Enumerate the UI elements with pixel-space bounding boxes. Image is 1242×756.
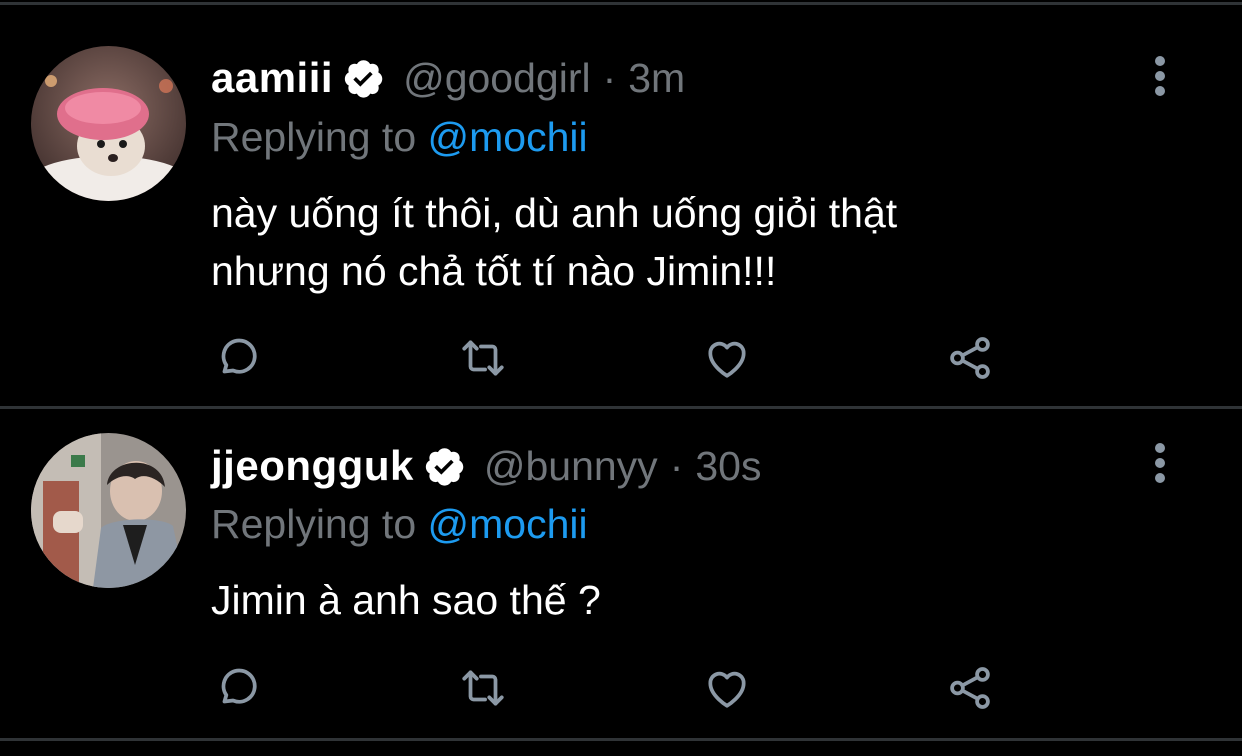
retweet-button[interactable] — [458, 333, 508, 383]
reply-button[interactable] — [213, 333, 263, 383]
retweet-icon — [462, 340, 504, 376]
dog-with-shower-cap-avatar-icon — [31, 46, 186, 201]
avatar[interactable] — [31, 433, 186, 588]
like-button[interactable] — [702, 333, 752, 383]
timestamp[interactable]: 3m — [628, 55, 685, 102]
share-icon — [950, 337, 990, 379]
replying-to-line: Replying to @mochii — [211, 114, 588, 161]
tweet-text-line: nhưng nó chả tốt tí nào Jimin!!! — [211, 248, 777, 294]
more-dot-icon — [1155, 458, 1165, 468]
more-options-button[interactable] — [1145, 443, 1175, 483]
avatar[interactable] — [31, 46, 186, 201]
like-button[interactable] — [702, 663, 752, 713]
bottom-divider — [0, 738, 1242, 741]
tweet-text-line: Jimin à anh sao thế ? — [211, 577, 601, 623]
share-button[interactable] — [945, 663, 995, 713]
display-name[interactable]: jjeongguk — [211, 442, 414, 490]
display-name[interactable]: aamiii — [211, 54, 333, 102]
replying-to-label: Replying to — [211, 501, 417, 547]
like-icon — [708, 671, 746, 708]
person-denim-jacket-avatar-icon — [31, 433, 186, 588]
share-icon — [950, 667, 990, 709]
replying-to-line: Replying to @mochii — [211, 501, 588, 548]
reply-button[interactable] — [213, 663, 263, 713]
separator: · — [602, 54, 617, 101]
handle[interactable]: @goodgirl — [403, 55, 591, 102]
share-button[interactable] — [945, 333, 995, 383]
tweet-text-line: này uống ít thôi, dù anh uống giỏi thật — [211, 190, 898, 236]
verified-badge-icon — [344, 60, 383, 98]
tweet-text: Jimin à anh sao thế ? — [211, 571, 601, 629]
tweet-text: này uống ít thôi, dù anh uống giỏi thật … — [211, 184, 897, 300]
timestamp[interactable]: 30s — [695, 443, 761, 490]
more-dot-icon — [1155, 56, 1165, 66]
handle[interactable]: @bunnyy — [484, 443, 658, 490]
reply-icon — [221, 338, 257, 374]
like-icon — [708, 341, 746, 378]
separator: · — [669, 442, 684, 489]
tweet-header: aamiii @goodgirl · 3m — [211, 48, 685, 108]
reply-icon — [221, 668, 257, 704]
retweet-icon — [462, 670, 504, 706]
more-dot-icon — [1155, 86, 1165, 96]
verified-badge-icon — [425, 448, 464, 486]
tweet[interactable]: jjeongguk @bunnyy · 30s Replying to @moc… — [0, 409, 1242, 739]
more-dot-icon — [1155, 473, 1165, 483]
replying-to-label: Replying to — [211, 114, 417, 160]
retweet-button[interactable] — [458, 663, 508, 713]
more-dot-icon — [1155, 71, 1165, 81]
tweet[interactable]: aamiii @goodgirl · 3m Replying to @mochi… — [0, 0, 1242, 406]
mention-link[interactable]: @mochii — [428, 114, 588, 160]
more-dot-icon — [1155, 443, 1165, 453]
tweet-header: jjeongguk @bunnyy · 30s — [211, 436, 761, 496]
mention-link[interactable]: @mochii — [428, 501, 588, 547]
more-options-button[interactable] — [1145, 56, 1175, 96]
